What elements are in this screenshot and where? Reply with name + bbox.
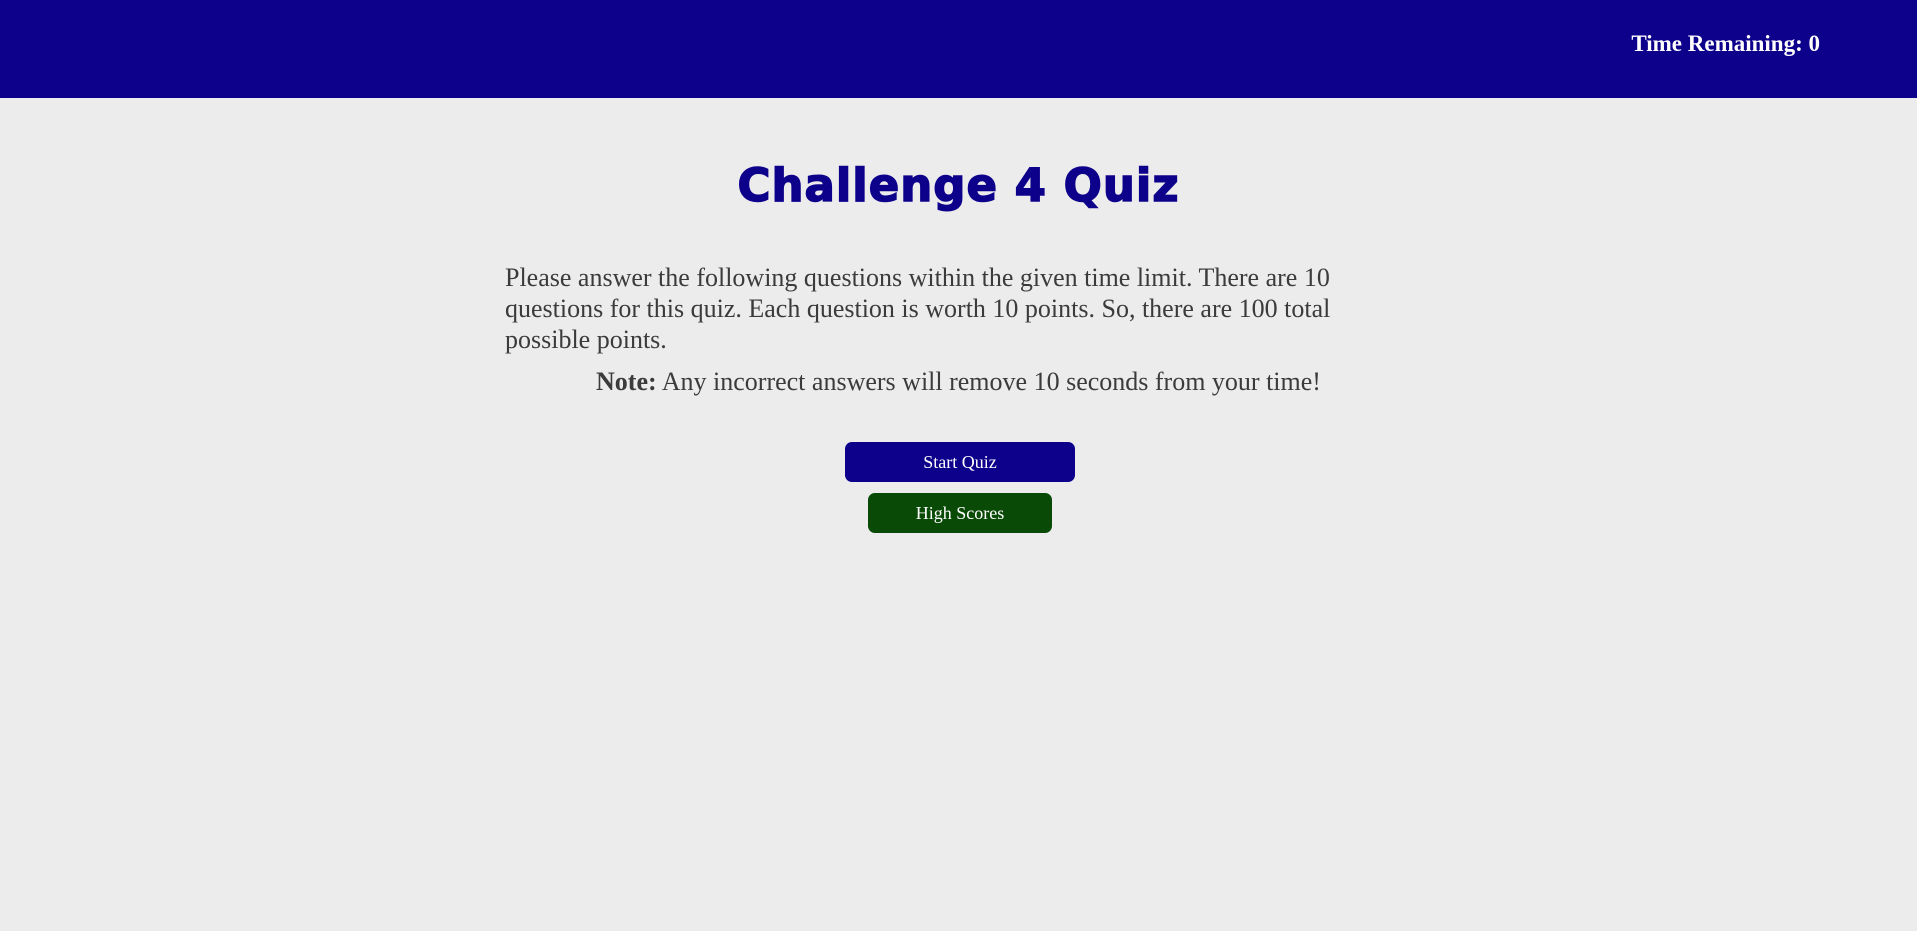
- quiz-instructions: Please answer the following questions wi…: [505, 263, 1331, 354]
- quiz-note: Note: Any incorrect answers will remove …: [0, 366, 1917, 397]
- main-content: Challenge 4 Quiz Please answer the follo…: [0, 98, 1917, 931]
- note-text: Any incorrect answers will remove 10 sec…: [661, 367, 1321, 396]
- time-remaining-value: 0: [1808, 31, 1821, 56]
- top-bar: Time Remaining: 0: [0, 0, 1917, 98]
- time-remaining: Time Remaining: 0: [1631, 30, 1820, 58]
- high-scores-button[interactable]: High Scores: [868, 493, 1052, 533]
- note-label: Note:: [596, 367, 657, 396]
- page-title: Challenge 4 Quiz: [737, 158, 1180, 213]
- start-quiz-button[interactable]: Start Quiz: [845, 442, 1075, 482]
- time-remaining-label: Time Remaining:: [1631, 31, 1803, 56]
